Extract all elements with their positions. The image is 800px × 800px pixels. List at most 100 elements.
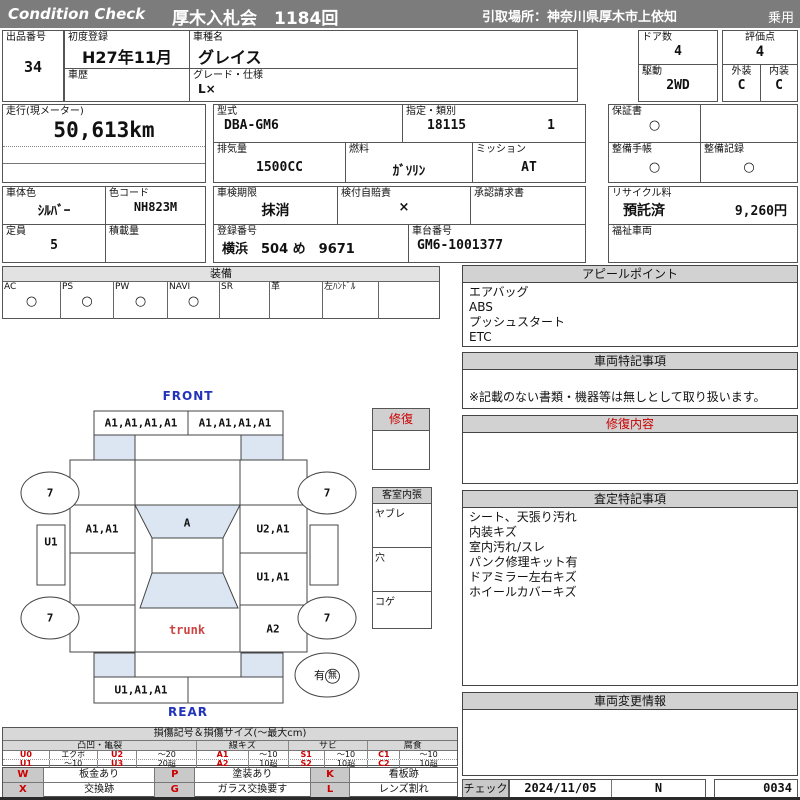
recycle-status: 預託済 bbox=[623, 203, 665, 219]
damage-right-quarter: A2 bbox=[266, 622, 280, 636]
brand-logo: Condition Check bbox=[8, 5, 146, 23]
legend-group-corrosion: 腐食 bbox=[367, 741, 457, 751]
cabin-interior-row-tear: ヤブレ bbox=[373, 504, 431, 548]
transmission-label: ミッション bbox=[476, 144, 526, 155]
fuel-label: 燃料 bbox=[349, 144, 369, 155]
divider bbox=[3, 163, 205, 164]
equipment-label: 左ﾊﾝﾄﾞﾙ bbox=[324, 282, 356, 292]
repair-detail-panel: 修復内容 bbox=[462, 415, 798, 484]
doors-box: ドア数 4 bbox=[638, 30, 718, 65]
model-name-box: 車種名 グレイス bbox=[189, 30, 578, 69]
damage-front-bumper-left: A1,A1,A1,A1 bbox=[104, 416, 178, 430]
spare-yes-label: 有 bbox=[314, 668, 325, 682]
legend-code: U2 bbox=[96, 751, 137, 759]
rear-label: REAR bbox=[168, 705, 208, 719]
appeal-item: ABS bbox=[469, 300, 493, 314]
drive-value: 2WD bbox=[666, 78, 690, 93]
cabin-interior-title: 客室内張 bbox=[373, 488, 431, 504]
legend-title: 損傷記号＆損傷サイズ(～最大cm) bbox=[3, 728, 457, 741]
load-capacity-label: 積載量 bbox=[109, 226, 139, 237]
score-box: 評価点 4 bbox=[722, 30, 798, 65]
grade-value: L× bbox=[198, 82, 216, 96]
legend-groups: 凸凹・亀裂 線キズ サビ 腐食 bbox=[3, 741, 457, 751]
repair-mark-row-2: X 交換跡 G ガラス交換要す L レンズ割れ bbox=[3, 783, 457, 797]
vehicle-notes-note: ※記載のない書類・機器等は無しとして取り扱います。 bbox=[469, 390, 766, 404]
damage-size-legend: 損傷記号＆損傷サイズ(～最大cm) 凸凹・亀裂 線キズ サビ 腐食 U0 エクボ… bbox=[2, 727, 458, 768]
equipment-title: 装備 bbox=[3, 267, 439, 282]
damage-rear-bumper-left: U1,A1,A1 bbox=[114, 683, 168, 697]
cabin-interior-box: 客室内張 ヤブレ 穴 コゲ bbox=[372, 487, 432, 629]
divider bbox=[3, 146, 205, 147]
exterior-grade-label: 外装 bbox=[731, 66, 752, 77]
recycle-fee-values: 預託済 9,260円 bbox=[609, 200, 797, 220]
capacity-label: 定員 bbox=[6, 226, 26, 237]
chassis-number-label: 車台番号 bbox=[412, 226, 452, 237]
mark-code: W bbox=[3, 768, 43, 782]
mark-code: P bbox=[154, 768, 195, 782]
legend-size: エクボ bbox=[48, 751, 97, 759]
auction-sheet: Condition Check 厚木入札会 1184回 引取場所：神奈川県厚木市… bbox=[0, 0, 800, 800]
class-values: 18115 1 bbox=[403, 118, 585, 133]
equipment-mark: ○ bbox=[134, 294, 147, 309]
load-capacity-box: 積載量 bbox=[105, 224, 206, 263]
equipment-cell-sr: SR bbox=[219, 282, 269, 319]
equipment-cell-pw: PW ○ bbox=[113, 282, 167, 319]
class-value-1: 18115 bbox=[427, 118, 467, 133]
approval-label: 承認請求書 bbox=[474, 188, 524, 199]
first-registration-value: H27年11月 bbox=[82, 48, 172, 67]
history-box: 車歴 bbox=[64, 68, 190, 102]
exterior-grade-value: C bbox=[737, 78, 746, 93]
front-label: FRONT bbox=[162, 389, 214, 403]
transmission-box: ミッション AT bbox=[472, 142, 586, 183]
cabin-interior-row-burn: コゲ bbox=[375, 597, 395, 608]
class-box: 指定・類別 18115 1 bbox=[402, 104, 586, 143]
fuel-value: ｶﾞｿﾘﾝ bbox=[392, 164, 426, 179]
drive-label: 駆動 bbox=[642, 66, 662, 77]
equipment-label: PW bbox=[115, 282, 130, 292]
title-bar: Condition Check 厚木入札会 1184回 引取場所：神奈川県厚木市… bbox=[0, 0, 800, 29]
model-name-value: グレイス bbox=[198, 48, 262, 67]
equipment-label: AC bbox=[4, 282, 17, 292]
legend-group-rust: サビ bbox=[287, 741, 368, 751]
repair-flag-title: 修復 bbox=[373, 409, 429, 431]
class-value-2: 1 bbox=[547, 118, 555, 133]
rear-window-glass bbox=[139, 572, 239, 609]
equipment-label: 革 bbox=[271, 282, 281, 292]
grade-box: グレード・仕様 L× bbox=[189, 68, 578, 102]
approval-box: 承認請求書 bbox=[470, 186, 586, 225]
wheel-mark-rl: 7 bbox=[46, 611, 54, 625]
legend-code: A1 bbox=[196, 751, 248, 759]
damage-windshield: A bbox=[183, 516, 191, 530]
legend-code: C1 bbox=[367, 751, 399, 759]
score-value: 4 bbox=[755, 44, 765, 60]
equipment-cell-extra bbox=[378, 282, 437, 319]
chassis-number-box: 車台番号 GM6-1001377 bbox=[408, 224, 586, 263]
interior-grade-value: C bbox=[775, 78, 783, 93]
body-color-box: 車体色 ｼﾙﾊﾞｰ bbox=[2, 186, 106, 225]
insurance-value: × bbox=[398, 200, 410, 215]
mark-desc: 板金あり bbox=[42, 768, 155, 782]
warranty-box: 保証書 ○ bbox=[608, 104, 701, 143]
lot-number-label: 出品番号 bbox=[6, 32, 46, 43]
taillight-left bbox=[93, 652, 136, 678]
legend-size: ～10 bbox=[323, 751, 368, 759]
pickup-location: 引取場所：神奈川県厚木市上依知 bbox=[482, 10, 678, 25]
appeal-item: ETC bbox=[469, 330, 492, 344]
equipment-cell-navi: NAVI ○ bbox=[167, 282, 219, 319]
model-code-label: 型式 bbox=[217, 106, 237, 117]
capacity-value: 5 bbox=[50, 238, 58, 253]
damage-right-front: U2,A1 bbox=[256, 522, 290, 536]
equipment-cell-ac: AC ○ bbox=[3, 282, 60, 319]
cabin-interior-row-hole: 穴 bbox=[373, 548, 431, 592]
change-info-body bbox=[463, 710, 797, 714]
equipment-mark: ○ bbox=[81, 294, 93, 309]
equipment-label: SR bbox=[221, 282, 233, 292]
mileage-box: 走行(現メーター) 50,613km bbox=[2, 104, 206, 183]
appeal-points-body: エアバッグ ABS プッシュスタート ETC bbox=[463, 283, 797, 347]
assessment-notes-panel: 査定特記事項 シート、天張り汚れ 内装キズ 室内汚れ/スレ パンク修理キット有 … bbox=[462, 490, 798, 686]
mark-code: L bbox=[309, 783, 350, 797]
first-registration-box: 初度登録 H27年11月 bbox=[64, 30, 190, 69]
mark-desc: 塗装あり bbox=[194, 768, 309, 782]
class-label: 指定・類別 bbox=[406, 106, 456, 117]
registration-number-label: 登録番号 bbox=[217, 226, 257, 237]
